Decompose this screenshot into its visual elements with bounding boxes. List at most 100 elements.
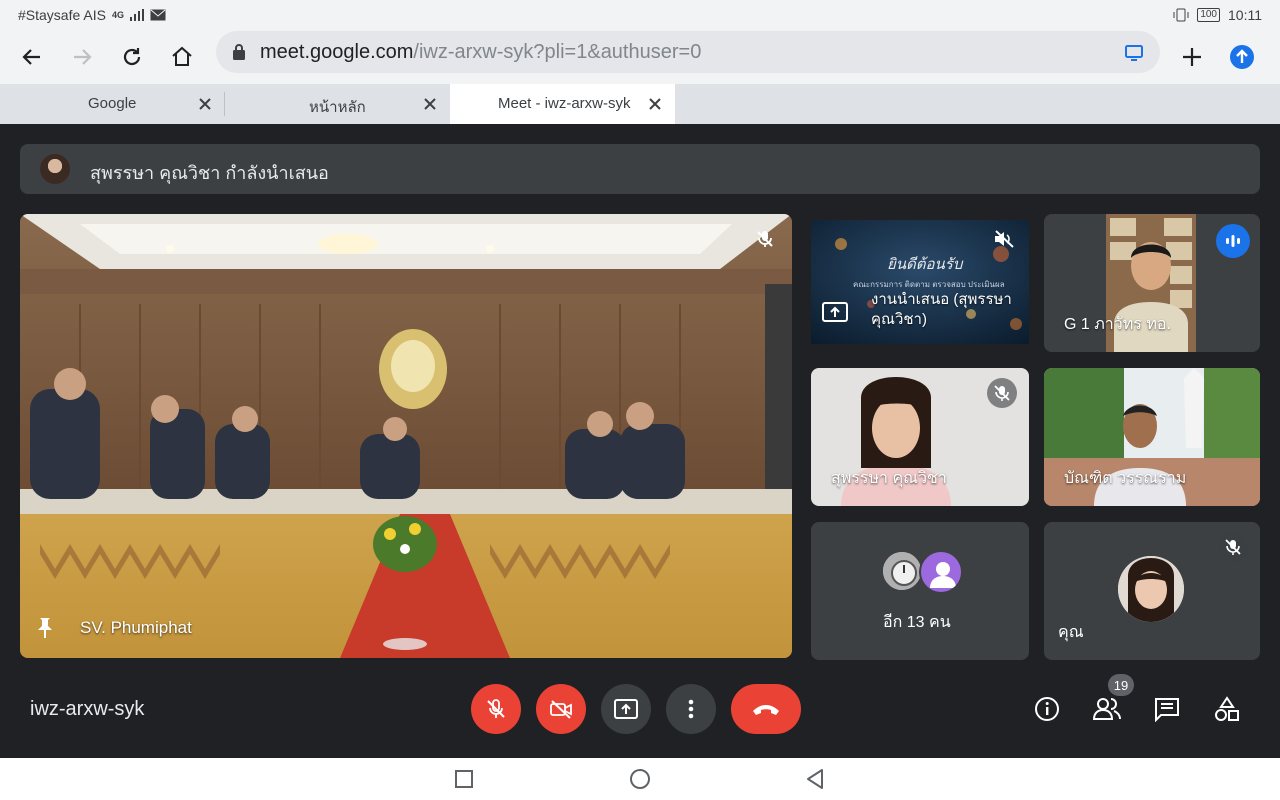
audio-off-indicator	[989, 224, 1019, 254]
back-button[interactable]	[12, 37, 52, 77]
pin-icon[interactable]	[34, 616, 56, 640]
close-icon[interactable]	[647, 96, 663, 112]
presenting-banner: สุพรรษา คุณวิชา กำลังนำเสนอ	[20, 144, 1260, 194]
home-icon	[172, 46, 192, 66]
plus-icon	[1183, 48, 1201, 66]
info-icon	[1035, 697, 1059, 721]
reload-button[interactable]	[112, 37, 152, 77]
close-icon[interactable]	[197, 96, 213, 112]
update-button[interactable]	[1222, 37, 1262, 77]
browser-toolbar: meet.google.com/iwz-arxw-syk?pli=1&authu…	[0, 30, 1280, 84]
self-avatar	[1118, 556, 1184, 622]
presenter-avatar	[40, 154, 70, 184]
present-button[interactable]	[601, 684, 651, 734]
tab-label: Google	[88, 95, 137, 112]
circle-icon	[630, 769, 650, 789]
mic-off-indicator	[987, 378, 1017, 408]
battery-icon: 100	[1197, 8, 1220, 22]
arrow-left-icon	[22, 49, 40, 65]
participants-button[interactable]	[1092, 694, 1122, 724]
person-icon	[930, 562, 956, 588]
tab-home[interactable]: หน้าหลัก	[225, 84, 449, 124]
cast-icon[interactable]	[1124, 42, 1144, 62]
self-photo	[1118, 556, 1184, 622]
avatar	[881, 550, 923, 592]
mic-toggle-button[interactable]	[471, 684, 521, 734]
self-name: คุณ	[1058, 624, 1084, 641]
video-off-icon	[550, 700, 572, 719]
clock: 10:11	[1228, 7, 1262, 23]
presentation-tile[interactable]: ยินดีต้อนรับ คณะกรรมการ ติดตาม ตรวจสอบ ป…	[811, 214, 1029, 352]
present-screen-icon	[822, 302, 848, 322]
hang-up-icon	[753, 705, 779, 715]
tab-meet[interactable]: Meet - iwz-arxw-syk	[450, 84, 675, 124]
upload-arrow-icon	[1230, 45, 1254, 69]
tab-google[interactable]: Google	[0, 84, 224, 124]
tile-name: สุพรรษา คุณวิชา	[831, 470, 947, 487]
mic-off-icon	[757, 231, 773, 247]
others-count-label: อีก 13 คน	[883, 614, 951, 631]
forward-button[interactable]	[62, 37, 102, 77]
leave-call-button[interactable]	[731, 684, 801, 734]
speaker-off-icon	[995, 230, 1014, 248]
people-icon	[1092, 698, 1121, 720]
camera-toggle-button[interactable]	[536, 684, 586, 734]
activities-button[interactable]	[1212, 694, 1242, 724]
signal-bars-icon	[129, 9, 144, 21]
mic-off-icon	[1225, 539, 1241, 555]
slide-title: ยินดีต้อนรับ	[887, 256, 963, 273]
tab-label: Meet - iwz-arxw-syk	[498, 95, 631, 112]
back-nav-button[interactable]	[804, 768, 826, 790]
status-bar: #Staysafe AIS 4G 100 10:11	[0, 0, 1280, 30]
signal-icon: 4G	[111, 10, 124, 20]
mic-off-icon	[487, 699, 505, 718]
url-path: /iwz-arxw-syk?pli=1&authuser=0	[413, 41, 702, 63]
lock-icon	[233, 44, 245, 60]
watch-avatar-icon	[883, 552, 921, 590]
participants-count-badge: 19	[1108, 674, 1134, 696]
chat-icon	[1155, 698, 1179, 722]
main-tile-name: SV. Phumiphat	[80, 618, 192, 637]
home-button[interactable]	[162, 37, 202, 77]
speaking-indicator	[1216, 224, 1250, 258]
shapes-icon	[1215, 696, 1239, 721]
tile-name: G 1 ภาวัทร ทอ.	[1064, 316, 1171, 333]
tile-name: งานนำเสนอ (สุพรรษา คุณวิชา)	[871, 291, 1012, 328]
new-tab-button[interactable]	[1172, 37, 1212, 77]
arrow-right-icon	[74, 49, 92, 65]
participant-tile[interactable]: บัณฑิต วรรณราม	[1044, 368, 1260, 506]
audio-level-icon	[1226, 235, 1240, 247]
mail-icon	[150, 9, 166, 21]
more-options-button[interactable]	[666, 684, 716, 734]
participant-tile[interactable]: สุพรรษา คุณวิชา	[811, 368, 1029, 506]
close-icon[interactable]	[422, 96, 438, 112]
url-text: meet.google.com/iwz-arxw-syk?pli=1&authu…	[260, 41, 701, 64]
mic-off-indicator	[750, 224, 780, 254]
mic-off-indicator	[1218, 532, 1248, 562]
conference-room-video	[20, 214, 792, 658]
present-screen-icon	[614, 699, 638, 719]
meeting-details-button[interactable]	[1032, 694, 1062, 724]
triangle-back-icon	[807, 769, 823, 789]
url-host: meet.google.com	[260, 41, 414, 63]
more-vert-icon	[688, 699, 694, 719]
tab-label: หน้าหลัก	[309, 99, 366, 116]
system-nav-bar	[0, 758, 1280, 800]
home-nav-button[interactable]	[629, 768, 651, 790]
tab-strip: Google หน้าหลัก Meet - iwz-arxw-syk	[0, 84, 1280, 124]
reload-icon	[123, 48, 141, 66]
self-tile[interactable]: คุณ	[1044, 522, 1260, 660]
square-icon	[455, 770, 473, 788]
control-bar: iwz-arxw-syk 19	[0, 660, 1280, 758]
meeting-code: iwz-arxw-syk	[30, 698, 145, 720]
chat-button[interactable]	[1152, 694, 1182, 724]
tile-name: บัณฑิต วรรณราม	[1064, 470, 1187, 487]
carrier-label: #Staysafe AIS	[18, 7, 106, 23]
address-bar[interactable]: meet.google.com/iwz-arxw-syk?pli=1&authu…	[216, 31, 1160, 73]
recents-button[interactable]	[453, 768, 475, 790]
avatar	[919, 550, 963, 594]
others-tile[interactable]: อีก 13 คน	[811, 522, 1029, 660]
main-video-tile[interactable]: SV. Phumiphat	[20, 214, 792, 658]
participant-tile[interactable]: G 1 ภาวัทร ทอ.	[1044, 214, 1260, 352]
vibrate-icon	[1173, 8, 1189, 22]
